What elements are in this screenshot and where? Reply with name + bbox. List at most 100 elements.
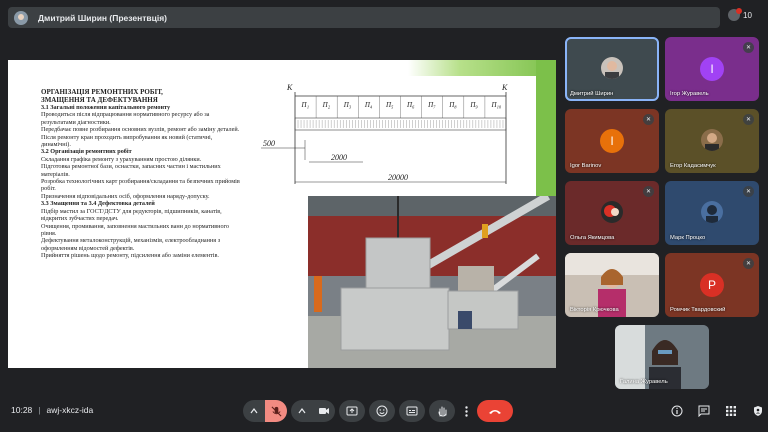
meet-window: Дмитрий Ширин (Презентвція) 10 ОРГАНІЗАЦ… xyxy=(0,0,768,432)
diagram-rail-ticks xyxy=(294,120,507,128)
emoji-icon xyxy=(376,405,388,417)
captions-button[interactable] xyxy=(399,400,425,422)
participant-tile[interactable]: ✕ I Ігор Журавель xyxy=(665,37,759,101)
slide-paragraph: Після ремонту кран проходить випробуванн… xyxy=(41,133,213,149)
meeting-info: 10:28 | awj-xkcz-ida xyxy=(11,405,93,415)
presenter-title: Дмитрий Ширин (Презентвція) xyxy=(38,12,168,23)
slide-paragraph: Дефектування металоконструкцій, механізм… xyxy=(41,237,221,252)
slide-paragraph: Передбачає повне розбирання основних вуз… xyxy=(41,126,240,134)
raise-hand-button[interactable] xyxy=(429,400,455,422)
separator: | xyxy=(38,405,41,415)
participant-tile[interactable]: ✕ Ольга Якимцова xyxy=(565,181,659,245)
participant-tile[interactable]: ✕ Галина Журавель xyxy=(615,325,709,389)
participant-avatar: I xyxy=(600,129,624,153)
camera-icon xyxy=(319,408,329,414)
diagram-p-label: П₂ xyxy=(322,101,331,109)
slide-paragraph: Підбір мастил за ГОСТ/ДСТУ для редукторі… xyxy=(41,207,222,223)
slide-photo-test-loads xyxy=(308,196,556,368)
section-3-3: 3.3 Змащення та 3.4 Дефектовка деталей xyxy=(41,200,155,208)
diagram-k-left: K xyxy=(286,83,293,92)
slide-paragraph: Очищення, промивання, заповнення мастиль… xyxy=(41,222,230,237)
meeting-details-button[interactable] xyxy=(670,404,684,418)
slide-paragraph: Проводиться після відпрацювання норматив… xyxy=(41,111,210,126)
diagram-k-right: K xyxy=(501,83,508,92)
participant-tile[interactable]: ✕ I Igor Barinov xyxy=(565,109,659,173)
mic-off-icon: ✕ xyxy=(743,186,754,197)
slide-title-line2: ЗМАЩЕННЯ ТА ДЕФЕКТУВАННЯ xyxy=(41,96,158,104)
diagram-p-labels: П₁ П₂ П₃ П₄ П₅ П₆ П₇ П₈ П₉ П₁₀ xyxy=(294,96,502,118)
activities-button[interactable] xyxy=(724,404,738,418)
dim-20000-label: 20000 xyxy=(388,173,408,182)
diagram-p-label: П₈ xyxy=(448,101,457,109)
slide-text: ОРГАНІЗАЦІЯ РЕМОНТНИХ РОБІТ, ЗМАЩЕННЯ ТА… xyxy=(41,88,241,260)
diagram-p-label: П₃ xyxy=(343,101,352,109)
mic-off-icon: ✕ xyxy=(743,114,754,125)
info-icon xyxy=(671,405,683,417)
more-options-button[interactable] xyxy=(459,400,473,422)
camera-toggle-button[interactable] xyxy=(313,400,335,422)
participant-name: Егор Кадасимчук xyxy=(670,163,716,169)
participant-avatar xyxy=(701,201,723,223)
mic-off-icon: ✕ xyxy=(643,186,654,197)
diagram-p-label: П₆ xyxy=(406,101,415,109)
participant-avatar xyxy=(601,57,623,79)
participant-tile[interactable]: ✕ Вікторія Крючкова xyxy=(565,253,659,317)
section-3-2: 3.2 Організація ремонтних робіт xyxy=(41,148,132,156)
presenter-bar[interactable]: Дмитрий Ширин (Презентвція) xyxy=(8,7,720,28)
audio-options-button[interactable] xyxy=(243,400,265,422)
dim-500-label: 500 xyxy=(263,139,275,148)
participant-tile[interactable]: Дмитрий Ширин xyxy=(565,37,659,101)
slide-decoration-band xyxy=(408,60,556,76)
more-options-icon xyxy=(464,405,468,417)
participant-tile[interactable]: ✕ P Ромчик Твардовский xyxy=(665,253,759,317)
activities-icon xyxy=(726,406,736,416)
participants-icon xyxy=(728,8,742,21)
diagram-p-label: П₁ xyxy=(301,101,310,109)
end-call-button[interactable] xyxy=(477,400,513,422)
participant-count: 10 xyxy=(743,10,752,20)
chat-icon xyxy=(698,405,710,417)
participant-name: Ольга Якимцова xyxy=(570,235,615,241)
participant-name: Галина Журавель xyxy=(620,379,668,385)
diagram-p-label: П₁₀ xyxy=(490,101,501,109)
participant-name: Igor Barinov xyxy=(570,163,602,169)
host-controls-icon xyxy=(754,406,762,416)
presentation-slide: ОРГАНІЗАЦІЯ РЕМОНТНИХ РОБІТ, ЗМАЩЕННЯ ТА… xyxy=(8,60,556,368)
participant-name: Ігор Журавель xyxy=(670,91,709,97)
participant-avatar xyxy=(601,201,623,223)
diagram-p-label: П₄ xyxy=(364,101,373,109)
call-controls xyxy=(243,400,513,422)
participant-tile[interactable]: ✕ Егор Кадасимчук xyxy=(665,109,759,173)
mic-off-icon: ✕ xyxy=(743,42,754,53)
host-controls-button[interactable] xyxy=(751,404,765,418)
presenter-avatar xyxy=(14,10,28,25)
mic-toggle-button[interactable] xyxy=(265,400,287,422)
chat-button[interactable] xyxy=(697,404,711,418)
raise-hand-icon xyxy=(438,406,446,417)
participant-name: Дмитрий Ширин xyxy=(570,91,614,97)
crane-rail-diagram: K K П₁ П₂ П₃ П₄ П₅ П₆ П₇ П₈ П₉ П₁₀ 500 2000 20000 xyxy=(261,83,508,184)
captions-icon xyxy=(406,406,418,416)
emoji-button[interactable] xyxy=(369,400,395,422)
participant-avatar xyxy=(701,129,723,151)
participant-name: Вікторія Крючкова xyxy=(570,307,619,313)
slide-paragraph: Складання графіка ремонту з урахуванням … xyxy=(41,155,202,163)
slide-paragraph: Розробка технологічних карт розбирання/с… xyxy=(41,178,240,193)
end-call-icon xyxy=(489,409,501,414)
video-options-button[interactable] xyxy=(291,400,313,422)
section-3-1: 3.1 Загальні положення капітального ремо… xyxy=(41,104,171,111)
diagram-p-label: П₅ xyxy=(385,101,394,109)
participant-avatar: P xyxy=(700,273,724,297)
mic-off-icon: ✕ xyxy=(643,114,654,125)
participant-tile[interactable]: ✕ Марк Процко xyxy=(665,181,759,245)
slide-decoration-side xyxy=(536,60,556,200)
slide-title-line1: ОРГАНІЗАЦІЯ РЕМОНТНИХ РОБІТ, xyxy=(41,88,163,96)
mic-off-icon: ✕ xyxy=(743,258,754,269)
present-icon xyxy=(346,406,358,415)
present-button[interactable] xyxy=(339,400,365,422)
participants-count-button[interactable]: 10 xyxy=(728,8,752,21)
chevron-up-icon xyxy=(298,408,306,414)
slide-paragraph: Підготовка ремонтної бази, оснастки, зап… xyxy=(41,163,221,178)
clock-time: 10:28 xyxy=(11,405,33,415)
chevron-up-icon xyxy=(250,408,258,414)
